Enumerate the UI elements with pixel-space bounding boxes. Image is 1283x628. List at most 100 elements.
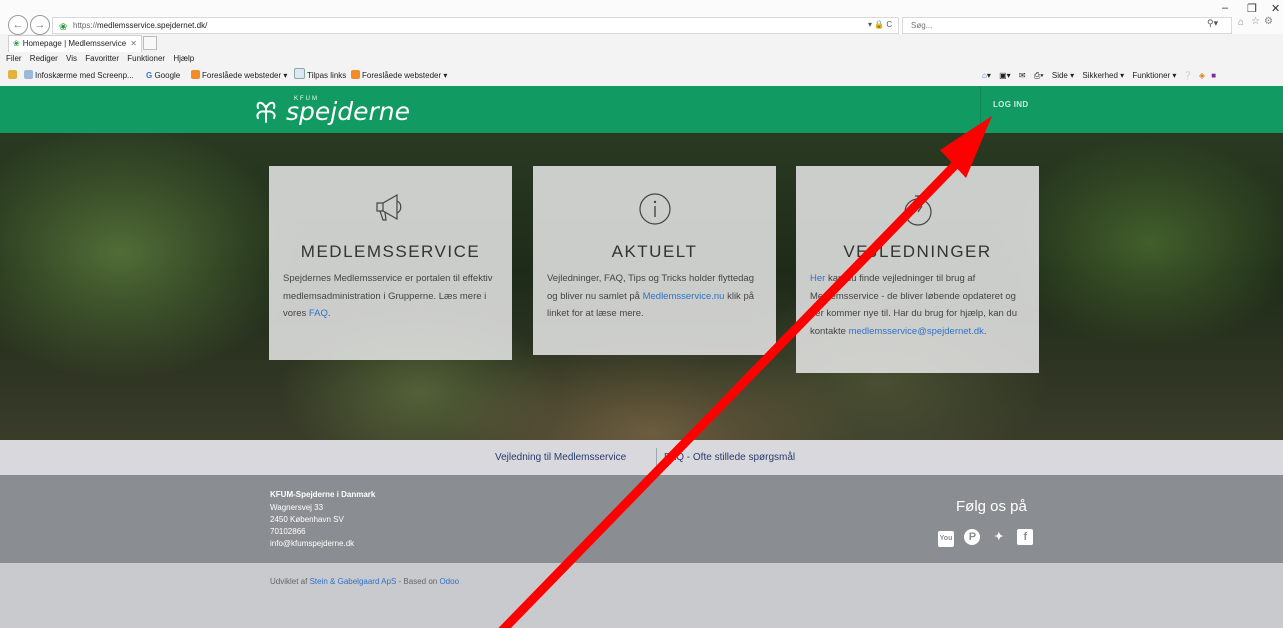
menu-view[interactable]: Vis [66, 54, 77, 63]
feeds-dropdown[interactable]: ▾ [1007, 71, 1011, 80]
search-input[interactable] [909, 20, 1193, 31]
site-footer: KFUM-Spejderne i Danmark Wagnersvej 33 2… [0, 475, 1283, 563]
page-menu[interactable]: Side ▾ [1052, 71, 1074, 80]
menu-edit[interactable]: Rediger [30, 54, 58, 63]
back-button[interactable]: ← [8, 15, 28, 35]
home-icon[interactable]: ⌂ [1238, 17, 1244, 28]
brand-name: spejderne [286, 97, 410, 126]
support-email-link[interactable]: medlemsservice@spejdernet.dk [849, 326, 984, 337]
her-link[interactable]: Her [810, 273, 825, 284]
developer-link[interactable]: Stein & Gabelgaard ApS [310, 577, 397, 586]
credits: Udviklet af Stein & Gabelgaard ApS - Bas… [270, 577, 459, 586]
footer-street: Wagnersvej 33 [270, 503, 324, 512]
youtube-icon[interactable]: You [938, 531, 954, 547]
facebook-icon[interactable]: f [1017, 529, 1034, 545]
links-bar: Vejledning til Medlemsservice FAQ - Ofte… [0, 440, 1283, 475]
card-aktuelt: AKTUELT Vejledninger, FAQ, Tips og Trick… [533, 166, 776, 355]
footer-city: 2450 København SV [270, 515, 344, 524]
guide-link[interactable]: Vejledning til Medlemsservice [495, 452, 626, 463]
card-title: VEJLEDNINGER [843, 242, 992, 261]
menu-help[interactable]: Hjælp [173, 54, 194, 63]
card-text-end: . [983, 325, 987, 337]
restore-button[interactable]: ❐ [1247, 2, 1257, 15]
forward-button[interactable]: → [30, 15, 50, 35]
card-text: Her kan du finde vejledninger til brug a… [810, 270, 1025, 340]
fav-suggested-2[interactable]: Foreslåede websteder ▾ [351, 67, 447, 85]
fav-infoskaerme-label: Infoskærme med Screenp... [35, 71, 134, 80]
tab-favicon-icon: ❀ [13, 39, 20, 48]
tab-close-icon[interactable]: ✕ [130, 36, 137, 52]
menu-file[interactable]: Filer [6, 54, 22, 63]
fav-suggested-1-label: Foreslåede websteder ▾ [202, 71, 288, 80]
menu-bar: Filer Rediger Vis Favoritter Funktioner … [0, 52, 194, 66]
card-text: Spejdernes Medlemsservice er portalen ti… [283, 270, 498, 323]
hero-section: MEDLEMSSERVICE Spejdernes Medlemsservice… [0, 133, 1283, 440]
onenote-icon[interactable]: ■ [1211, 71, 1216, 80]
fav-custom-links-label: Tilpas links [307, 71, 347, 80]
search-icon[interactable]: ⚲▾ [1207, 18, 1218, 29]
fav-google-label: Google [154, 71, 181, 80]
odoo-link[interactable]: Odoo [439, 577, 459, 586]
minimize-button[interactable]: – [1222, 2, 1228, 14]
address-bar[interactable]: ❀ https://medlemsservice.spejdernet.dk/ [52, 17, 899, 34]
social-links: You P ✦ f [938, 527, 1039, 547]
address-row: ← → ❀ https://medlemsservice.spejdernet.d… [0, 0, 1283, 35]
url-prefix: https:// [73, 21, 98, 30]
pinterest-icon[interactable]: P [964, 529, 981, 545]
favorites-star-icon[interactable] [8, 67, 19, 85]
help-icon[interactable]: ❔ [1183, 71, 1193, 80]
feeds-icon[interactable]: ▣ [999, 71, 1007, 80]
medlemsservice-nu-link[interactable]: Medlemsservice.nu [643, 291, 725, 302]
links-divider [656, 448, 657, 466]
tab-title: Homepage | Medlemsservice [22, 39, 127, 48]
card-medlemsservice: MEDLEMSSERVICE Spejdernes Medlemsservice… [269, 166, 512, 360]
address-tools[interactable]: ▾ 🔒 C [868, 17, 892, 32]
stopwatch-icon [810, 192, 1025, 232]
web-page: KFUM spejderne LOG IND MEDLEMSSERVICE Sp… [0, 86, 1283, 628]
card-title: MEDLEMSSERVICE [300, 242, 481, 261]
fav-custom-links[interactable]: Tilpas links [294, 67, 346, 85]
card-vejledninger: VEJLEDNINGER Her kan du finde vejledning… [796, 166, 1039, 373]
site-favicon-icon: ❀ [59, 22, 68, 33]
print-dropdown[interactable]: ▾ [1040, 71, 1043, 80]
menu-tools[interactable]: Funktioner [127, 54, 165, 63]
follow-us-heading: Følg os på [956, 498, 1027, 515]
tab-homepage[interactable]: ❀ Homepage | Medlemsservice ✕ [8, 35, 142, 52]
command-bar: ⌂▾ ▣▾ ✉ ⎙▾ Side ▾ Sikkerhed ▾ Funktioner… [982, 67, 1216, 85]
faq-link[interactable]: FAQ [309, 308, 328, 319]
tools-menu[interactable]: Funktioner ▾ [1132, 71, 1176, 80]
close-window-button[interactable]: ✕ [1271, 2, 1280, 15]
credits-bar: Udviklet af Stein & Gabelgaard ApS - Bas… [0, 563, 1283, 628]
faq-bar-link[interactable]: FAQ - Ofte stillede spørgsmål [664, 452, 795, 463]
fav-suggested-2-label: Foreslåede websteder ▾ [362, 71, 448, 80]
login-divider [980, 86, 981, 133]
fav-google[interactable]: G Google [146, 67, 180, 85]
site-header: KFUM spejderne LOG IND [0, 86, 1283, 133]
tab-row: ❀ Homepage | Medlemsservice ✕ [0, 35, 1283, 52]
footer-email[interactable]: info@kfumspejderne.dk [270, 538, 354, 550]
home-cmd-dropdown[interactable]: ▾ [987, 71, 991, 80]
fav-infoskaerme[interactable]: Infoskærme med Screenp... [24, 67, 134, 85]
url-host: medlemsservice.spejdernet.dk/ [97, 21, 208, 30]
search-box[interactable] [902, 17, 1232, 34]
info-icon [547, 192, 762, 232]
clover-logo-icon [256, 101, 276, 123]
browser-chrome: ← → ❀ https://medlemsservice.spejdernet.d… [0, 0, 1283, 86]
fav-suggested-1[interactable]: Foreslåede websteder ▾ [191, 67, 287, 85]
star-icon[interactable]: ☆ [1251, 16, 1260, 27]
card-text: Vejledninger, FAQ, Tips og Tricks holder… [547, 270, 762, 323]
footer-address: Wagnersvej 33 2450 København SV 70102866… [270, 502, 354, 550]
safety-menu[interactable]: Sikkerhed ▾ [1082, 71, 1124, 80]
credit-text: Udviklet af [270, 577, 310, 586]
megaphone-icon [283, 192, 498, 232]
addon-icon[interactable]: ◈ [1199, 71, 1205, 80]
gear-icon[interactable]: ⚙ [1264, 16, 1273, 27]
mail-icon[interactable]: ✉ [1019, 71, 1026, 80]
login-link[interactable]: LOG IND [993, 100, 1028, 109]
footer-org: KFUM-Spejderne i Danmark [270, 490, 376, 499]
card-title: AKTUELT [611, 242, 698, 261]
menu-favorites[interactable]: Favoritter [85, 54, 119, 63]
twitter-icon[interactable]: ✦ [991, 529, 1007, 545]
credit-mid: - Based on [396, 577, 440, 586]
new-tab-button[interactable] [143, 36, 157, 50]
